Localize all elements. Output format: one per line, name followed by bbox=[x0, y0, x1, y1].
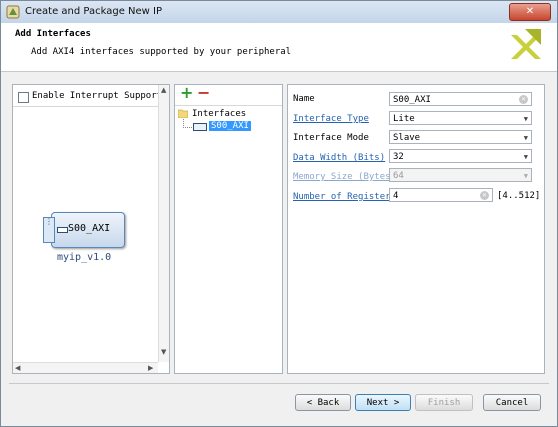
clear-icon[interactable]: × bbox=[519, 95, 528, 104]
interface-properties-panel bbox=[287, 84, 545, 374]
app-icon bbox=[6, 5, 20, 19]
interface-bus-icon bbox=[193, 123, 207, 131]
name-input[interactable]: S00_AXI × bbox=[389, 92, 532, 106]
tree-item-s00-axi[interactable]: S00_AXI bbox=[209, 121, 251, 131]
interface-type-select[interactable]: Lite ▼ bbox=[389, 111, 532, 125]
memory-size-label: Memory Size (Bytes) bbox=[293, 172, 396, 182]
ip-block-name: myip_v1.0 bbox=[57, 252, 112, 263]
num-registers-label[interactable]: Number of Registers bbox=[293, 192, 396, 202]
window-title: Create and Package New IP bbox=[25, 6, 162, 17]
next-button[interactable]: Next > bbox=[355, 394, 411, 411]
finish-button: Finish bbox=[415, 394, 473, 411]
cancel-button[interactable]: Cancel bbox=[483, 394, 541, 411]
chevron-down-icon: ▼ bbox=[523, 115, 528, 123]
scroll-up-icon: ▲ bbox=[161, 86, 167, 94]
interface-type-label[interactable]: Interface Type bbox=[293, 114, 369, 124]
footer-divider bbox=[9, 383, 549, 384]
bus-icon bbox=[57, 227, 68, 233]
tree-root-interfaces[interactable]: Interfaces bbox=[192, 109, 246, 119]
interface-mode-label: Interface Mode bbox=[293, 133, 369, 143]
scroll-right-icon: ▶ bbox=[148, 364, 154, 372]
wizard-header: Add Interfaces Add AXI4 interfaces suppo… bbox=[1, 23, 557, 72]
name-label: Name bbox=[293, 94, 315, 104]
page-subtitle: Add AXI4 interfaces supported by your pe… bbox=[31, 47, 292, 57]
vertical-scrollbar[interactable]: ▲ ▼ bbox=[158, 85, 169, 362]
close-button[interactable]: ✕ bbox=[509, 3, 551, 21]
data-width-select[interactable]: 32 ▼ bbox=[389, 149, 532, 163]
interrupt-checkbox[interactable] bbox=[18, 92, 29, 103]
folder-icon bbox=[178, 109, 188, 118]
close-icon: ✕ bbox=[525, 6, 535, 17]
chevron-down-icon: ▼ bbox=[523, 172, 528, 180]
scroll-down-icon: ▼ bbox=[161, 348, 167, 356]
interrupt-checkbox-label: Enable Interrupt Support bbox=[32, 91, 163, 101]
add-interface-icon[interactable]: + bbox=[180, 83, 193, 102]
back-button[interactable]: < Back bbox=[295, 394, 351, 411]
num-registers-input[interactable]: 4 × bbox=[389, 188, 493, 202]
chevron-down-icon: ▼ bbox=[523, 134, 528, 142]
title-bar[interactable]: Create and Package New IP ✕ bbox=[1, 1, 557, 23]
interface-mode-select[interactable]: Slave ▼ bbox=[389, 130, 532, 144]
horizontal-scrollbar[interactable]: ◀ ▶ bbox=[13, 362, 158, 373]
interface-tree-panel: + − Interfaces S00_AXI bbox=[174, 83, 283, 374]
tree-connector bbox=[183, 119, 192, 128]
clear-icon[interactable]: × bbox=[480, 191, 489, 200]
interface-port-icon: ⋮ bbox=[43, 217, 55, 243]
divider bbox=[13, 106, 158, 107]
remove-interface-icon[interactable]: − bbox=[197, 83, 210, 102]
xilinx-logo-icon bbox=[511, 29, 541, 59]
scroll-left-icon: ◀ bbox=[15, 364, 21, 372]
ip-block-interface-label: S00_AXI bbox=[68, 223, 111, 234]
num-registers-range: [4..512] bbox=[497, 191, 541, 201]
data-width-label[interactable]: Data Width (Bits) bbox=[293, 153, 385, 163]
page-title: Add Interfaces bbox=[15, 29, 91, 39]
divider bbox=[175, 105, 282, 106]
chevron-down-icon: ▼ bbox=[523, 153, 528, 161]
ip-block[interactable]: ⋮ S00_AXI bbox=[43, 212, 125, 248]
dialog-window: Create and Package New IP ✕ Add Interfac… bbox=[0, 0, 558, 427]
memory-size-select: 64 ▼ bbox=[389, 168, 532, 182]
